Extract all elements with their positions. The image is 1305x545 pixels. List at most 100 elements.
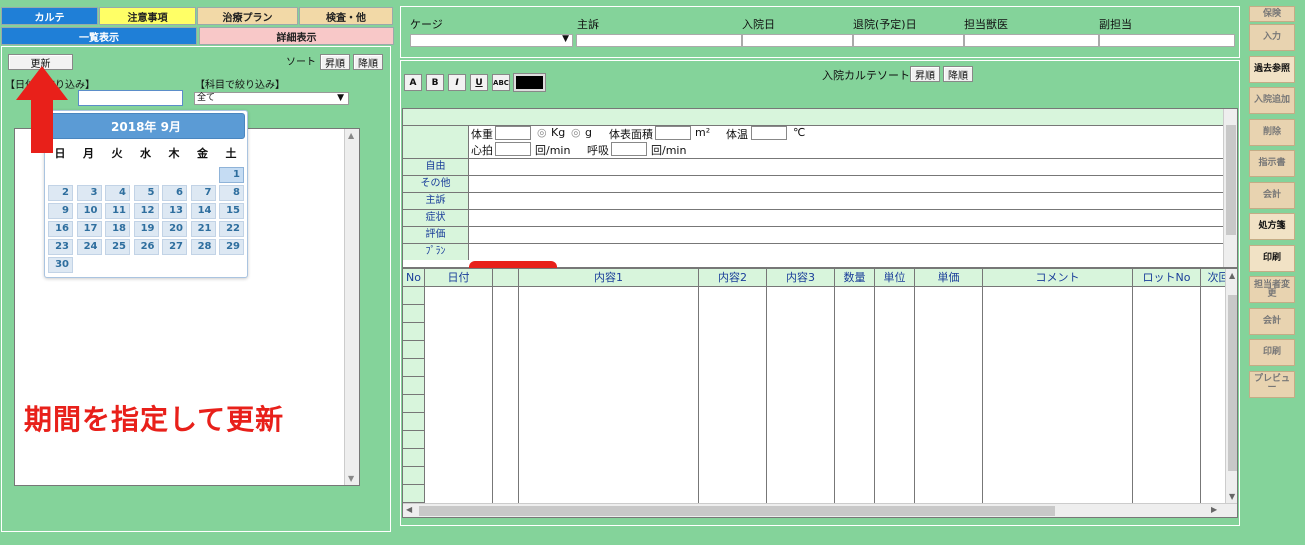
bsa-input[interactable] (655, 126, 691, 140)
grid-header[interactable]: 内容3 (767, 269, 835, 287)
calendar-day[interactable]: 20 (162, 221, 187, 237)
calendar-day[interactable]: 25 (105, 239, 130, 255)
grid-column[interactable] (915, 287, 983, 517)
calendar-day[interactable]: 5 (133, 185, 159, 201)
calendar-day[interactable]: 30 (48, 257, 73, 273)
view-tab-0[interactable]: 一覧表示 (1, 27, 197, 45)
cage-select[interactable]: ▼ (410, 34, 573, 47)
calendar-day[interactable]: 10 (76, 203, 102, 219)
side-button[interactable]: 会計 (1249, 181, 1295, 209)
sort-desc-button[interactable]: 降順 (353, 54, 383, 70)
g-radio[interactable]: ◎ (571, 126, 581, 139)
calendar-day[interactable]: 8 (219, 185, 244, 201)
calendar-day[interactable]: 28 (190, 239, 216, 255)
scroll-up-icon[interactable]: ▲ (1229, 271, 1235, 280)
scroll-right-icon[interactable]: ▶ (1211, 505, 1217, 514)
grid-column[interactable] (519, 287, 699, 517)
calendar-day[interactable]: 23 (48, 239, 73, 255)
chart-sort-asc-button[interactable]: 昇順 (910, 66, 940, 82)
view-tab-1[interactable]: 詳細表示 (199, 27, 394, 45)
tab-1[interactable]: 注意事項 (99, 7, 196, 25)
sort-asc-button[interactable]: 昇順 (320, 54, 350, 70)
sub-doctor-input[interactable] (1099, 34, 1235, 47)
calendar-day[interactable]: 15 (219, 203, 244, 219)
side-button[interactable]: 印刷 (1249, 339, 1295, 366)
side-button[interactable]: 保険 (1249, 6, 1295, 22)
table-row[interactable] (403, 431, 425, 449)
scroll-down-icon[interactable]: ▼ (348, 474, 354, 483)
grid-header[interactable]: 単価 (915, 269, 983, 287)
tab-0[interactable]: カルテ (1, 7, 98, 25)
vitals-scrollbar[interactable] (1223, 109, 1237, 267)
underline-icon[interactable]: U (470, 74, 488, 91)
items-grid[interactable]: No 日付 内容1 内容2 内容3 数量 単位 単価 コメント ロットNo 次回 ▲ ▼ ◀ ▶ (402, 268, 1238, 518)
grid-hscrollbar[interactable]: ◀ ▶ (403, 503, 1237, 517)
table-row[interactable] (403, 467, 425, 485)
side-button[interactable]: 入力 (1249, 24, 1295, 51)
calendar-day[interactable]: 2 (48, 185, 73, 201)
complaint-input[interactable] (576, 34, 742, 47)
calendar-day[interactable]: 18 (105, 221, 130, 237)
calendar-day[interactable]: 22 (219, 221, 244, 237)
weight-input[interactable] (495, 126, 531, 140)
grid-column[interactable] (1133, 287, 1201, 517)
list-scrollbar[interactable]: ▲ ▼ (344, 129, 359, 485)
grid-scrollbar[interactable]: ▲ ▼ (1225, 269, 1237, 503)
tab-2[interactable]: 治療プラン (197, 7, 298, 25)
calendar-day[interactable]: 29 (219, 239, 244, 255)
subject-select[interactable]: 全て ▼ (194, 92, 349, 105)
grid-header[interactable]: 日付 (425, 269, 493, 287)
italic-icon[interactable]: I (448, 74, 466, 91)
admission-input[interactable] (742, 34, 853, 47)
hr-input[interactable] (495, 142, 531, 156)
table-row[interactable] (403, 449, 425, 467)
side-button[interactable]: 入院追加 (1249, 87, 1295, 114)
vitals-row[interactable]: その他 (403, 175, 1223, 192)
calendar-day[interactable]: 21 (190, 221, 216, 237)
grid-header[interactable]: コメント (983, 269, 1133, 287)
vitals-row[interactable]: 自由 (403, 158, 1223, 175)
side-button[interactable]: 担当者変更 (1249, 276, 1295, 303)
grid-column[interactable] (875, 287, 915, 517)
date-input[interactable] (78, 90, 183, 106)
font-size-icon[interactable]: A (404, 74, 422, 91)
vitals-row[interactable]: 評価 (403, 226, 1223, 243)
calendar-day[interactable]: 17 (76, 221, 102, 237)
grid-header[interactable]: 内容1 (519, 269, 699, 287)
chart-sort-desc-button[interactable]: 降順 (943, 66, 973, 82)
calendar-day[interactable]: 3 (76, 185, 102, 201)
calendar-day[interactable]: 24 (76, 239, 102, 255)
grid-column[interactable] (983, 287, 1133, 517)
table-row[interactable] (403, 395, 425, 413)
calendar-day[interactable]: 6 (162, 185, 187, 201)
side-button[interactable]: 印刷 (1249, 244, 1295, 272)
grid-column[interactable] (699, 287, 767, 517)
table-row[interactable] (403, 485, 425, 503)
discharge-input[interactable] (853, 34, 964, 47)
resp-input[interactable] (611, 142, 647, 156)
date-picker[interactable]: 2018年 9月 日月火水木金土 1 2 3 4 5 6 7 8 9 10 11 12 13 14 15 16 1… (44, 110, 248, 278)
scroll-left-icon[interactable]: ◀ (406, 505, 412, 514)
table-row[interactable] (403, 323, 425, 341)
kg-radio[interactable]: ◎ (537, 126, 547, 139)
vitals-row[interactable]: 症状 (403, 209, 1223, 226)
table-row[interactable] (403, 377, 425, 395)
side-button[interactable]: 指示書 (1249, 150, 1295, 177)
calendar-day[interactable]: 9 (48, 203, 73, 219)
side-button[interactable]: 過去参照 (1249, 55, 1295, 83)
side-button[interactable]: 処方箋 (1249, 213, 1295, 240)
calendar-day[interactable]: 26 (133, 239, 159, 255)
grid-column[interactable] (835, 287, 875, 517)
side-button[interactable]: 会計 (1249, 307, 1295, 335)
grid-header[interactable]: 単位 (875, 269, 915, 287)
doctor-input[interactable] (964, 34, 1099, 47)
grid-column[interactable] (425, 287, 493, 517)
calendar-day[interactable]: 1 (219, 167, 244, 183)
grid-column[interactable] (767, 287, 835, 517)
grid-header[interactable]: ロットNo (1133, 269, 1201, 287)
table-row[interactable] (403, 413, 425, 431)
calendar-day[interactable]: 12 (133, 203, 159, 219)
vitals-row[interactable]: ﾌﾟﾗﾝ (403, 243, 1223, 260)
grid-header[interactable] (493, 269, 519, 287)
calendar-day[interactable]: 13 (162, 203, 187, 219)
